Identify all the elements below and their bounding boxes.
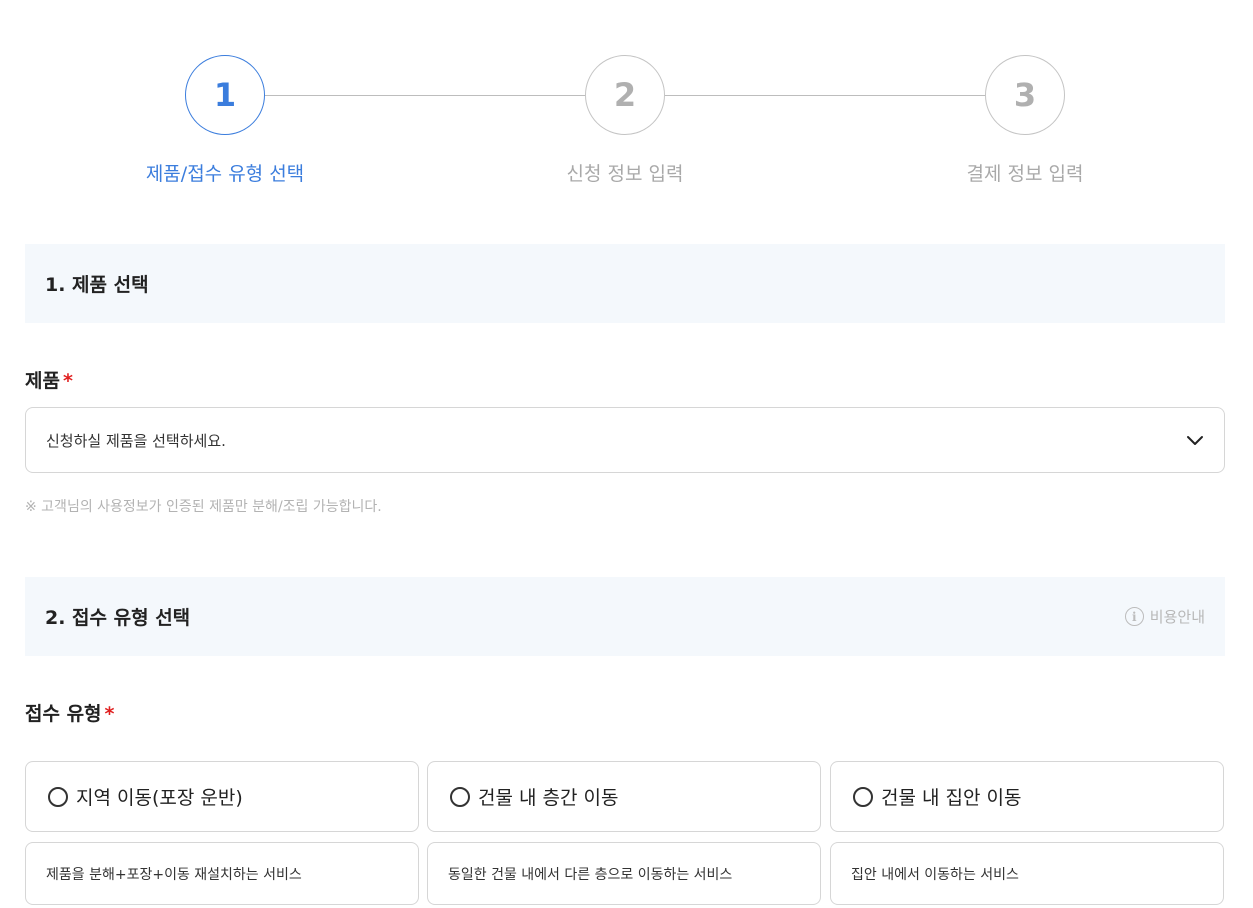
option-in-home-move[interactable]: 건물 내 집안 이동 — [830, 761, 1224, 832]
section-header-product: 1. 제품 선택 — [25, 244, 1225, 323]
option-label: 지역 이동(포장 운반) — [76, 787, 243, 809]
step-label: 신청 정보 입력 — [566, 163, 684, 185]
step-2: 2 신청 정보 입력 — [505, 55, 745, 186]
product-select[interactable]: 신청하실 제품을 선택하세요. — [25, 407, 1225, 473]
radio-unchecked-icon — [853, 786, 873, 807]
option-description: 제품을 분해+포장+이동 재설치하는 서비스 — [25, 842, 419, 905]
step-number-circle: 3 — [985, 55, 1065, 135]
required-mark: * — [62, 370, 73, 392]
product-select-value: 신청하실 제품을 선택하세요. — [46, 431, 226, 450]
required-mark: * — [104, 703, 115, 725]
product-field-label: 제품 * — [25, 366, 73, 393]
chevron-down-icon — [1187, 436, 1203, 445]
step-3: 3 결제 정보 입력 — [905, 55, 1145, 186]
info-icon: i — [1124, 607, 1144, 626]
step-label: 제품/접수 유형 선택 — [145, 163, 305, 185]
type-label-text: 접수 유형 — [25, 703, 102, 725]
step-number-circle: 2 — [585, 55, 665, 135]
radio-unchecked-icon — [48, 786, 68, 807]
option-label: 건물 내 층간 이동 — [478, 787, 619, 809]
option-description: 집안 내에서 이동하는 서비스 — [830, 842, 1224, 905]
fee-guide-link[interactable]: i 비용안내 — [1124, 606, 1205, 627]
fee-guide-label: 비용안내 — [1149, 608, 1205, 626]
section-title: 1. 제품 선택 — [45, 274, 149, 296]
option-description: 동일한 건물 내에서 다른 층으로 이동하는 서비스 — [427, 842, 821, 905]
option-regional-move[interactable]: 지역 이동(포장 운반) — [25, 761, 419, 832]
section-header-type: 2. 접수 유형 선택 i 비용안내 — [25, 577, 1225, 656]
section-title: 2. 접수 유형 선택 — [45, 607, 191, 629]
product-label-text: 제품 — [25, 370, 60, 392]
step-label: 결제 정보 입력 — [966, 163, 1084, 185]
product-note: ※ 고객님의 사용정보가 인증된 제품만 분해/조립 가능합니다. — [25, 499, 382, 515]
step-1: 1 제품/접수 유형 선택 — [105, 55, 345, 186]
progress-stepper: 1 제품/접수 유형 선택 2 신청 정보 입력 3 결제 정보 입력 — [0, 55, 1253, 195]
step-number-circle: 1 — [185, 55, 265, 135]
option-floor-move[interactable]: 건물 내 층간 이동 — [427, 761, 821, 832]
option-label: 건물 내 집안 이동 — [881, 787, 1022, 809]
type-field-label: 접수 유형 * — [25, 699, 114, 726]
radio-unchecked-icon — [450, 786, 470, 807]
